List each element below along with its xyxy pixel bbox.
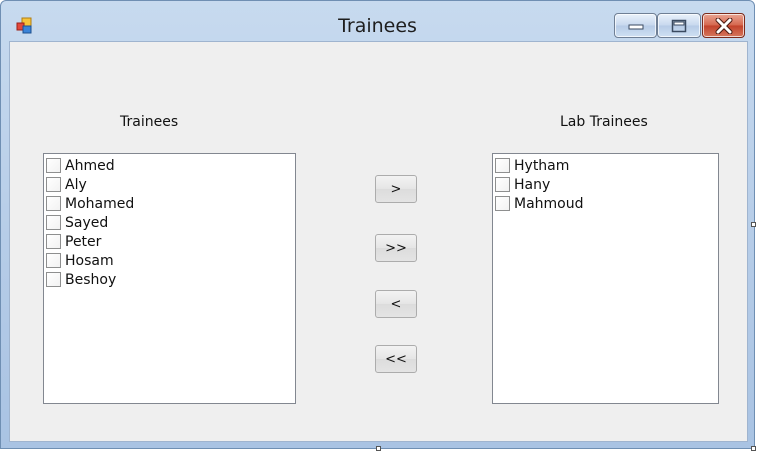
minimize-button[interactable] <box>614 13 657 38</box>
resize-grip-bottom[interactable] <box>376 446 381 451</box>
list-item[interactable]: Hytham <box>493 156 718 175</box>
checkbox[interactable] <box>46 158 61 173</box>
maximize-icon <box>671 19 687 32</box>
checkbox[interactable] <box>46 196 61 211</box>
list-item-label: Hosam <box>65 252 114 269</box>
list-item-label: Beshoy <box>65 271 117 288</box>
client-area: Trainees Lab Trainees Ahmed Aly Mohamed … <box>9 41 748 442</box>
resize-grip-right[interactable] <box>751 222 756 227</box>
list-item-label: Ahmed <box>65 157 115 174</box>
trainees-checked-listbox[interactable]: Ahmed Aly Mohamed Sayed Peter Hosam Besh… <box>43 153 296 404</box>
list-item[interactable]: Mohamed <box>44 194 295 213</box>
checkbox[interactable] <box>495 177 510 192</box>
checkbox[interactable] <box>495 158 510 173</box>
checkbox[interactable] <box>46 253 61 268</box>
list-item[interactable]: Sayed <box>44 213 295 232</box>
lab-trainees-label: Lab Trainees <box>560 114 648 130</box>
list-item-label: Sayed <box>65 214 109 231</box>
list-item[interactable]: Mahmoud <box>493 194 718 213</box>
list-item-label: Aly <box>65 176 87 193</box>
move-all-right-button[interactable]: >> <box>375 234 417 262</box>
title-bar[interactable]: Trainees <box>1 1 754 41</box>
list-item-label: Hany <box>514 176 551 193</box>
resize-grip-corner[interactable] <box>751 446 756 451</box>
move-selected-left-button[interactable]: < <box>375 290 417 318</box>
move-all-left-button[interactable]: << <box>375 345 417 373</box>
list-item[interactable]: Peter <box>44 232 295 251</box>
move-selected-right-button[interactable]: > <box>375 175 417 203</box>
checkbox[interactable] <box>46 215 61 230</box>
list-item-label: Mohamed <box>65 195 135 212</box>
checkbox[interactable] <box>495 196 510 211</box>
list-item-label: Mahmoud <box>514 195 584 212</box>
checkbox[interactable] <box>46 177 61 192</box>
maximize-button[interactable] <box>657 13 701 38</box>
close-icon <box>715 17 732 34</box>
checkbox[interactable] <box>46 234 61 249</box>
close-button[interactable] <box>702 13 745 38</box>
lab-trainees-checked-listbox[interactable]: Hytham Hany Mahmoud <box>492 153 719 404</box>
list-item[interactable]: Hany <box>493 175 718 194</box>
minimize-icon <box>628 24 643 29</box>
list-item-label: Hytham <box>514 157 570 174</box>
list-item[interactable]: Hosam <box>44 251 295 270</box>
list-item[interactable]: Aly <box>44 175 295 194</box>
form-window: Trainees Trainees Lab Trainees Ahmed Aly… <box>0 0 755 449</box>
list-item[interactable]: Ahmed <box>44 156 295 175</box>
list-item-label: Peter <box>65 233 102 250</box>
list-item[interactable]: Beshoy <box>44 270 295 289</box>
checkbox[interactable] <box>46 272 61 287</box>
trainees-label: Trainees <box>120 114 179 130</box>
